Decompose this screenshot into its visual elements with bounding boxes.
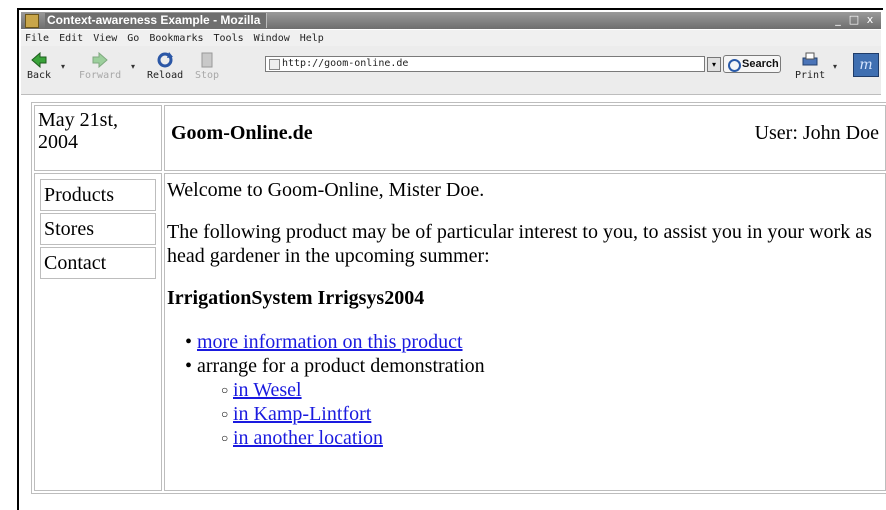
search-button[interactable]: Search (723, 55, 781, 73)
list-item: arrange for a product demonstration in W… (185, 354, 883, 450)
menu-tools[interactable]: Tools (214, 33, 244, 44)
forward-button[interactable]: Forward (79, 52, 121, 81)
welcome-text: Welcome to Goom-Online, Mister Doe. (167, 179, 485, 201)
header-cell: Goom-Online.de User: John Doe (164, 105, 886, 171)
close-button[interactable]: x (863, 13, 877, 27)
mozilla-icon (25, 13, 39, 28)
list-item: in Wesel (221, 378, 883, 402)
location-link-kamp-lintfort[interactable]: in Kamp-Lintfort (233, 403, 371, 425)
back-arrow-icon (31, 52, 47, 68)
reload-icon (157, 52, 174, 68)
printer-icon (802, 52, 818, 66)
search-icon (728, 59, 741, 72)
browser-window: Context-awareness Example - Mozilla _ □ … (17, 8, 886, 510)
menu-bar: File Edit View Go Bookmarks Tools Window… (21, 30, 881, 46)
location-link-wesel[interactable]: in Wesel (233, 379, 302, 401)
nav-menu: Products Stores Contact (38, 177, 158, 281)
action-list: more information on this product arrange… (167, 330, 883, 450)
menu-window[interactable]: Window (254, 33, 290, 44)
print-button[interactable]: Print (795, 52, 825, 81)
url-field[interactable]: http://goom-online.de (265, 56, 705, 72)
window-title: Context-awareness Example - Mozilla (45, 13, 268, 28)
print-dropdown-icon[interactable]: ▾ (833, 62, 837, 71)
menu-bookmarks[interactable]: Bookmarks (149, 33, 203, 44)
location-list: in Wesel in Kamp-Lintfort in another loc… (197, 378, 883, 450)
throbber-icon: m (853, 53, 879, 77)
list-item: in Kamp-Lintfort (221, 402, 883, 426)
main-cell: Welcome to Goom-Online, Mister Doe. The … (164, 173, 886, 491)
reload-button[interactable]: Reload (147, 52, 183, 81)
url-dropdown-icon[interactable]: ▾ (707, 57, 721, 72)
menu-view[interactable]: View (93, 33, 117, 44)
print-label: Print (795, 70, 826, 81)
product-heading: IrrigationSystem Irrigsys2004 (167, 287, 425, 309)
user-label: User: John Doe (754, 122, 879, 144)
back-button[interactable]: Back (27, 52, 51, 81)
more-info-link[interactable]: more information on this product (197, 331, 463, 353)
menu-go[interactable]: Go (127, 33, 139, 44)
search-label: Search (742, 58, 779, 70)
list-item: in another location (221, 426, 883, 450)
page-icon (269, 59, 280, 70)
nav-cell: Products Stores Contact (34, 173, 162, 491)
back-dropdown-icon[interactable]: ▾ (61, 62, 65, 71)
menu-help[interactable]: Help (300, 33, 324, 44)
page-date: May 21st, 2004 (38, 109, 118, 153)
list-item: more information on this product (185, 330, 883, 354)
date-cell: May 21st, 2004 (34, 105, 162, 171)
stop-button[interactable]: Stop (195, 52, 219, 81)
layout-table: May 21st, 2004 Goom-Online.de User: John… (31, 102, 886, 494)
menu-edit[interactable]: Edit (59, 33, 83, 44)
nav-item-stores[interactable]: Stores (40, 213, 156, 245)
location-link-other[interactable]: in another location (233, 427, 383, 449)
navigation-toolbar: Back ▾ Forward ▾ Reload Stop http://goom… (21, 46, 881, 95)
title-bar: Context-awareness Example - Mozilla _ □ … (21, 12, 881, 29)
reload-label: Reload (147, 70, 184, 81)
minimize-button[interactable]: _ (831, 13, 845, 27)
url-text: http://goom-online.de (282, 58, 409, 69)
forward-dropdown-icon[interactable]: ▾ (131, 62, 135, 71)
page-content: May 21st, 2004 Goom-Online.de User: John… (31, 102, 886, 504)
intro-text: The following product may be of particul… (167, 221, 872, 267)
menu-file[interactable]: File (25, 33, 49, 44)
nav-item-contact[interactable]: Contact (40, 247, 156, 279)
back-label: Back (27, 70, 52, 81)
stop-icon (201, 52, 213, 68)
nav-item-products[interactable]: Products (40, 179, 156, 211)
forward-label: Forward (79, 70, 122, 81)
site-title: Goom-Online.de (171, 122, 313, 144)
demo-text: arrange for a product demonstration (197, 355, 485, 377)
stop-label: Stop (195, 70, 220, 81)
maximize-button[interactable]: □ (847, 13, 861, 27)
forward-arrow-icon (92, 52, 108, 68)
